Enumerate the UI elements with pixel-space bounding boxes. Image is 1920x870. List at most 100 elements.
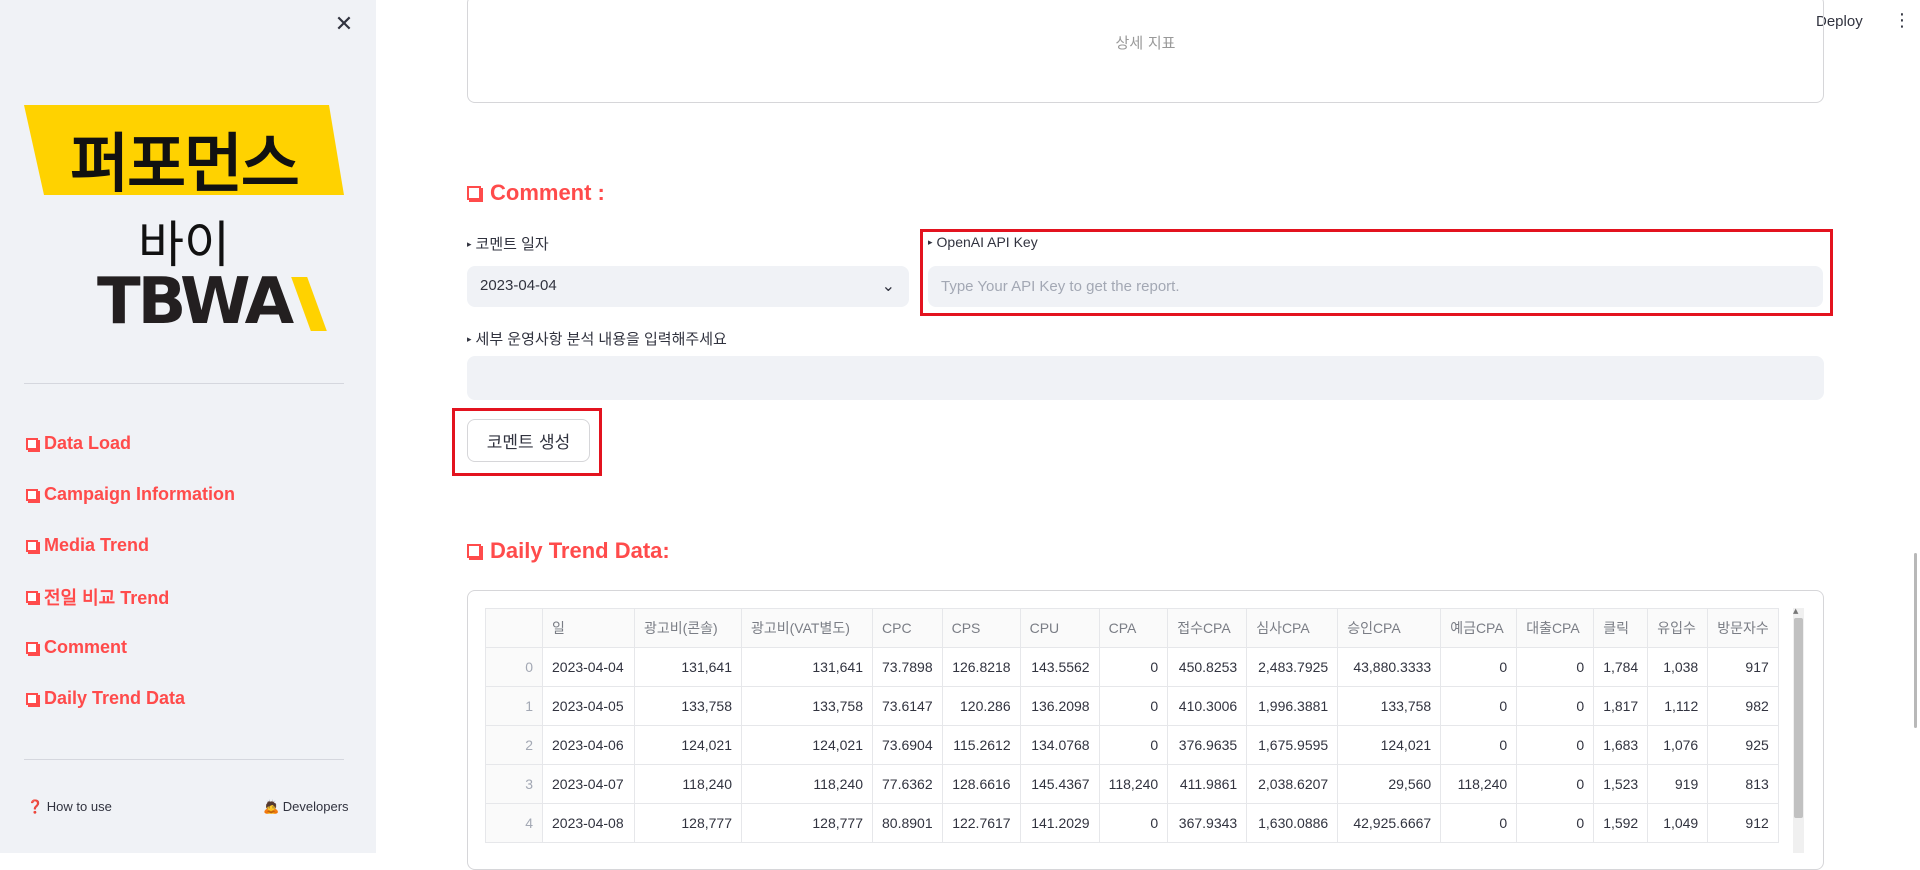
nav-item-media-trend[interactable]: Media Trend (26, 520, 235, 571)
column-header[interactable]: 방문자수 (1707, 608, 1779, 648)
how-to-use-link[interactable]: ❓ How to use (27, 799, 112, 815)
nav-item-campaign-information[interactable]: Campaign Information (26, 469, 235, 520)
table-cell: 133,758 (741, 686, 873, 726)
table-cell: 0 (1098, 725, 1169, 765)
table-cell: 411.9861 (1167, 764, 1248, 804)
table-cell: 925 (1707, 725, 1779, 765)
logo: 퍼포먼스 바이 TBWA (24, 105, 344, 339)
table-row[interactable]: 0 2023-04-04 131,641 131,641 73.7898 126… (485, 647, 1779, 687)
table-cell: 0 (1440, 686, 1518, 726)
table-cell: 367.9343 (1167, 803, 1248, 843)
table-row[interactable]: 4 2023-04-08 128,777 128,777 80.8901 122… (485, 803, 1779, 843)
table-cell: 141.2029 (1019, 803, 1100, 843)
table-cell: 118,240 (1098, 764, 1169, 804)
table-cell: 410.3006 (1167, 686, 1248, 726)
table-cell: 919 (1647, 764, 1709, 804)
nav-item-daily-trend-data[interactable]: Daily Trend Data (26, 673, 235, 724)
chevron-down-icon: ⌄ (881, 278, 895, 295)
daily-trend-section-title: Daily Trend Data: (467, 538, 670, 564)
table-cell: 1,630.0886 (1246, 803, 1339, 843)
logo-brand-text: TBWA (97, 265, 294, 339)
column-header[interactable]: 예금CPA (1440, 608, 1518, 648)
table-cell: 0 (1516, 686, 1595, 726)
nav-item-data-load[interactable]: Data Load (26, 418, 235, 469)
page-scrollbar[interactable] (1914, 553, 1917, 728)
table-cell: 1,996.3881 (1246, 686, 1339, 726)
column-header[interactable]: 대출CPA (1516, 608, 1595, 648)
row-index: 0 (485, 647, 543, 687)
table-cell: 2023-04-04 (542, 647, 635, 687)
column-header[interactable]: 일 (542, 608, 635, 648)
table-cell: 0 (1440, 647, 1518, 687)
column-header[interactable]: 클릭 (1593, 608, 1649, 648)
column-header[interactable]: 광고비(VAT별도) (741, 608, 873, 648)
column-header[interactable] (485, 608, 543, 648)
scroll-up-arrow-icon[interactable]: ▲ (1793, 607, 1798, 615)
table-cell: 912 (1707, 803, 1779, 843)
table-row[interactable]: 2 2023-04-06 124,021 124,021 73.6904 115… (485, 725, 1779, 765)
sidebar-divider-bottom (24, 759, 344, 760)
comment-date-label-text: 코멘트 일자 (475, 236, 549, 253)
table-scrollbar-thumb[interactable] (1794, 618, 1803, 818)
logo-slash (291, 277, 327, 331)
table-cell: 2,483.7925 (1246, 647, 1339, 687)
table-row[interactable]: 1 2023-04-05 133,758 133,758 73.6147 120… (485, 686, 1779, 726)
table-cell: 0 (1440, 725, 1518, 765)
detail-input[interactable] (467, 356, 1824, 400)
nav-label: 전일 비교 Trend (44, 587, 170, 608)
table-cell: 1,076 (1647, 725, 1709, 765)
nav-item-comment[interactable]: Comment (26, 622, 235, 673)
table-cell: 77.6362 (872, 764, 943, 804)
table-cell: 376.9635 (1167, 725, 1248, 765)
table-cell: 128.6616 (941, 764, 1021, 804)
table-cell: 0 (1098, 686, 1169, 726)
table-cell: 115.2612 (941, 725, 1021, 765)
table-cell: 0 (1098, 803, 1169, 843)
developers-link[interactable]: 🙇 Developers (263, 799, 349, 815)
table-cell: 29,560 (1337, 764, 1442, 804)
sidebar-nav: Data Load Campaign Information Media Tre… (26, 418, 235, 724)
top-content-box: 상세 지표 (467, 0, 1824, 103)
column-header[interactable]: 심사CPA (1246, 608, 1339, 648)
nav-item-compare-trend[interactable]: 전일 비교 Trend (26, 571, 235, 622)
table-cell: 1,038 (1647, 647, 1709, 687)
nav-label: Daily Trend Data (44, 688, 186, 708)
table-cell: 813 (1707, 764, 1779, 804)
comment-date-select[interactable]: 2023-04-04 ⌄ (467, 266, 909, 307)
table-cell: 982 (1707, 686, 1779, 726)
daily-trend-table-wrap: 일 광고비(콘솔) 광고비(VAT별도) CPC CPS CPU CPA 접수C… (485, 608, 1779, 869)
comment-section-title: Comment : (467, 180, 605, 206)
nav-label: Data Load (44, 433, 132, 453)
table-cell: 0 (1440, 803, 1518, 843)
table-cell: 126.8218 (941, 647, 1021, 687)
column-header[interactable]: CPU (1019, 608, 1100, 648)
table-cell: 131,641 (741, 647, 873, 687)
table-cell: 133,758 (634, 686, 742, 726)
column-header[interactable]: 유입수 (1647, 608, 1709, 648)
checkbox-icon (467, 544, 481, 558)
table-cell: 2023-04-07 (542, 764, 635, 804)
column-header[interactable]: 승인CPA (1337, 608, 1442, 648)
table-cell: 131,641 (634, 647, 742, 687)
table-cell: 2023-04-05 (542, 686, 635, 726)
table-cell: 1,523 (1593, 764, 1649, 804)
column-header[interactable]: CPS (941, 608, 1021, 648)
table-cell: 1,112 (1647, 686, 1709, 726)
table-cell: 1,049 (1647, 803, 1709, 843)
checkbox-icon (26, 641, 38, 654)
table-cell: 1,817 (1593, 686, 1649, 726)
table-cell: 0 (1516, 647, 1595, 687)
column-header[interactable]: CPC (872, 608, 943, 648)
table-cell: 124,021 (741, 725, 873, 765)
table-row[interactable]: 3 2023-04-07 118,240 118,240 77.6362 128… (485, 764, 1779, 804)
column-header[interactable]: CPA (1098, 608, 1169, 648)
column-header[interactable]: 광고비(콘솔) (634, 608, 742, 648)
table-cell: 1,592 (1593, 803, 1649, 843)
nav-label: Comment (44, 637, 128, 657)
column-header[interactable]: 접수CPA (1167, 608, 1248, 648)
table-cell: 450.8253 (1167, 647, 1248, 687)
more-menu-icon[interactable]: ⋮ (1893, 10, 1911, 31)
row-index: 1 (485, 686, 543, 726)
close-icon[interactable]: ✕ (333, 12, 355, 38)
table-cell: 120.286 (941, 686, 1021, 726)
